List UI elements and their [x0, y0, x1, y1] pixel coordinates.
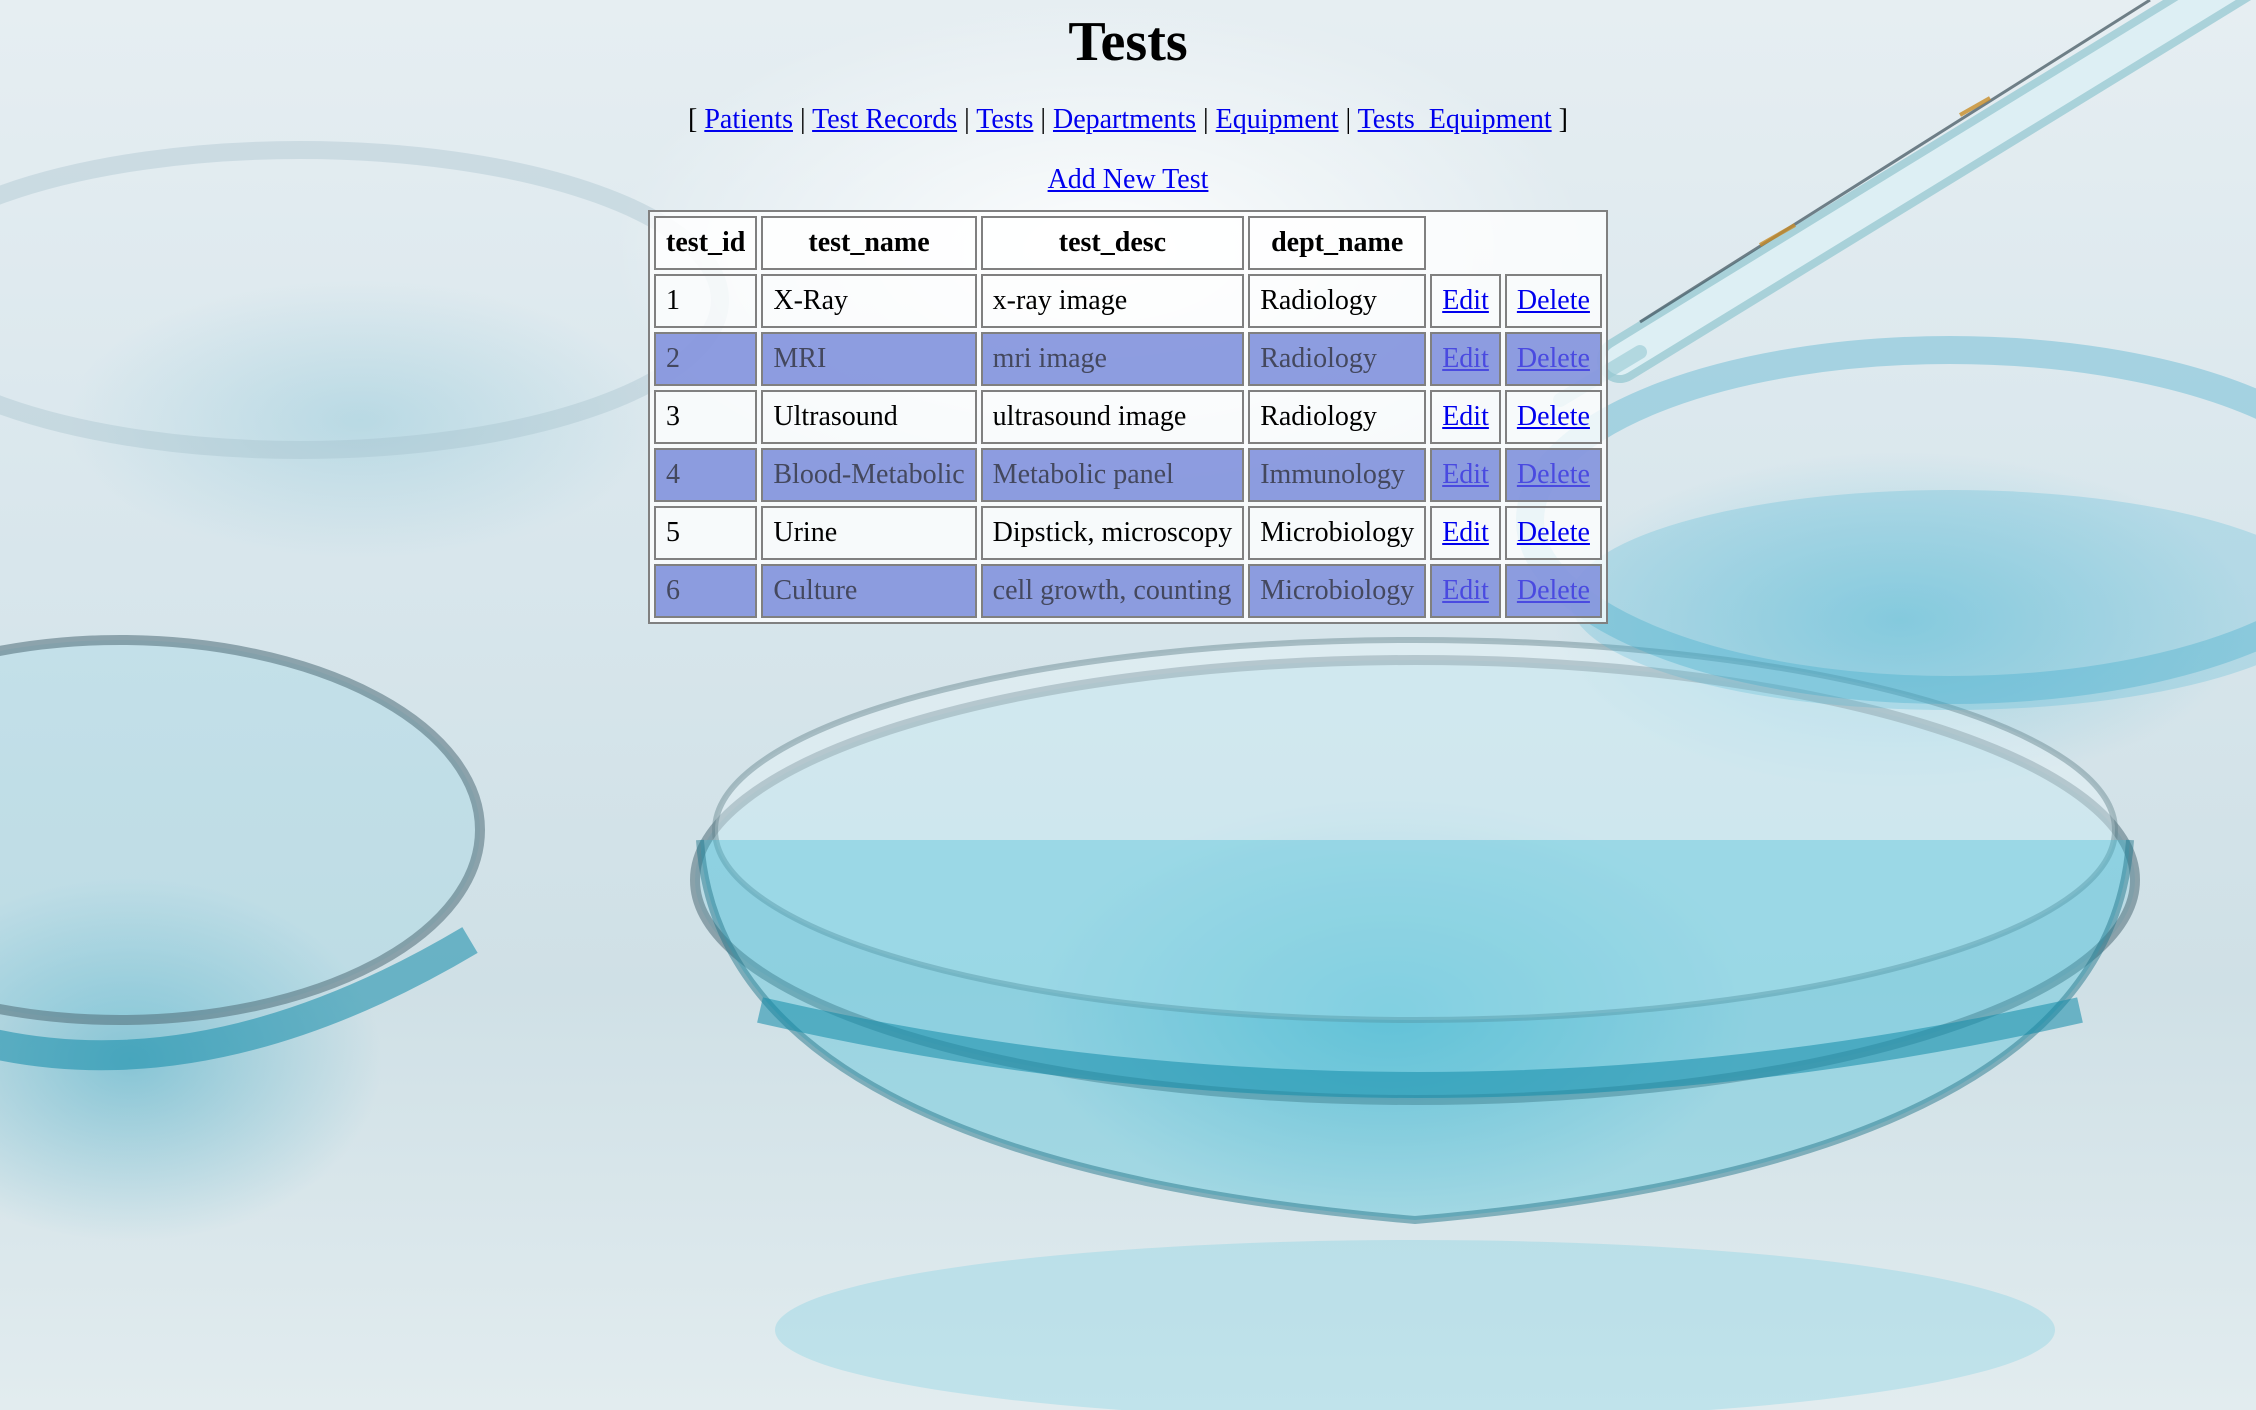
- delete-link[interactable]: Delete: [1517, 459, 1590, 490]
- cell-dept-name: Microbiology: [1248, 564, 1427, 618]
- cell-test-name: Blood-Metabolic: [761, 448, 977, 502]
- cell-test-id: 2: [654, 332, 758, 386]
- cell-test-id: 1: [654, 274, 758, 328]
- delete-link[interactable]: Delete: [1517, 517, 1590, 548]
- nav-link-test-records[interactable]: Test Records: [812, 104, 957, 135]
- table-row: 5 Urine Dipstick, microscopy Microbiolog…: [654, 506, 1602, 560]
- cell-edit: Edit: [1430, 448, 1501, 502]
- header-test-id: test_id: [654, 216, 758, 270]
- header-test-desc: test_desc: [980, 216, 1245, 270]
- cell-edit: Edit: [1430, 390, 1501, 444]
- cell-test-desc: x-ray image: [980, 274, 1245, 328]
- table-row: 1 X-Ray x-ray image Radiology Edit Delet…: [654, 274, 1602, 328]
- nav-close-bracket: ]: [1558, 104, 1568, 135]
- nav-separator: |: [1040, 104, 1046, 135]
- table-row: 3 Ultrasound ultrasound image Radiology …: [654, 390, 1602, 444]
- nav-open-bracket: [: [687, 104, 698, 135]
- header-dept-name: dept_name: [1248, 216, 1427, 270]
- nav-link-tests-equipment[interactable]: Tests_Equipment: [1358, 104, 1552, 135]
- delete-link[interactable]: Delete: [1517, 401, 1590, 432]
- cell-edit: Edit: [1430, 564, 1501, 618]
- table-header-row: test_id test_name test_desc dept_name: [654, 216, 1602, 270]
- cell-dept-name: Radiology: [1248, 390, 1427, 444]
- nav-link-tests[interactable]: Tests: [976, 104, 1033, 135]
- cell-edit: Edit: [1430, 332, 1501, 386]
- cell-test-name: Ultrasound: [761, 390, 977, 444]
- edit-link[interactable]: Edit: [1442, 285, 1489, 316]
- cell-edit: Edit: [1430, 274, 1501, 328]
- tests-table: test_id test_name test_desc dept_name 1 …: [648, 210, 1608, 624]
- nav-separator: |: [799, 104, 806, 135]
- cell-delete: Delete: [1504, 564, 1602, 618]
- nav-separator: |: [1203, 104, 1209, 135]
- cell-delete: Delete: [1504, 448, 1602, 502]
- cell-test-id: 3: [654, 390, 758, 444]
- add-new-test-link[interactable]: Add New Test: [1048, 164, 1209, 195]
- cell-test-name: Culture: [761, 564, 977, 618]
- edit-link[interactable]: Edit: [1442, 343, 1489, 374]
- nav-separator: |: [964, 104, 970, 135]
- add-link-container: Add New Test: [0, 164, 2256, 196]
- nav-link-departments[interactable]: Departments: [1053, 104, 1196, 135]
- cell-delete: Delete: [1504, 332, 1602, 386]
- cell-test-name: MRI: [761, 332, 977, 386]
- cell-delete: Delete: [1504, 506, 1602, 560]
- cell-test-id: 6: [654, 564, 758, 618]
- cell-dept-name: Radiology: [1248, 274, 1427, 328]
- delete-link[interactable]: Delete: [1517, 343, 1590, 374]
- cell-edit: Edit: [1430, 506, 1501, 560]
- table-row: 4 Blood-Metabolic Metabolic panel Immuno…: [654, 448, 1602, 502]
- table-row: 2 MRI mri image Radiology Edit Delete: [654, 332, 1602, 386]
- cell-dept-name: Radiology: [1248, 332, 1427, 386]
- cell-test-id: 4: [654, 448, 758, 502]
- cell-test-desc: Dipstick, microscopy: [980, 506, 1245, 560]
- cell-delete: Delete: [1504, 390, 1602, 444]
- cell-dept-name: Microbiology: [1248, 506, 1427, 560]
- nav-bar: [ Patients | Test Records | Tests | Depa…: [0, 104, 2256, 136]
- cell-test-desc: Metabolic panel: [980, 448, 1245, 502]
- delete-link[interactable]: Delete: [1517, 575, 1590, 606]
- page-content: Tests [ Patients | Test Records | Tests …: [0, 0, 2256, 624]
- header-actions-blank: [1430, 216, 1602, 270]
- cell-test-name: X-Ray: [761, 274, 977, 328]
- nav-link-patients[interactable]: Patients: [704, 104, 793, 135]
- edit-link[interactable]: Edit: [1442, 575, 1489, 606]
- delete-link[interactable]: Delete: [1517, 285, 1590, 316]
- edit-link[interactable]: Edit: [1442, 401, 1489, 432]
- table-row: 6 Culture cell growth, counting Microbio…: [654, 564, 1602, 618]
- cell-delete: Delete: [1504, 274, 1602, 328]
- nav-link-equipment[interactable]: Equipment: [1216, 104, 1339, 135]
- cell-test-id: 5: [654, 506, 758, 560]
- cell-test-name: Urine: [761, 506, 977, 560]
- cell-test-desc: mri image: [980, 332, 1245, 386]
- nav-separator: |: [1345, 104, 1352, 135]
- cell-dept-name: Immunology: [1248, 448, 1427, 502]
- header-test-name: test_name: [761, 216, 977, 270]
- cell-test-desc: cell growth, counting: [980, 564, 1245, 618]
- edit-link[interactable]: Edit: [1442, 459, 1489, 490]
- edit-link[interactable]: Edit: [1442, 517, 1489, 548]
- page-title: Tests: [1068, 11, 1188, 73]
- cell-test-desc: ultrasound image: [980, 390, 1245, 444]
